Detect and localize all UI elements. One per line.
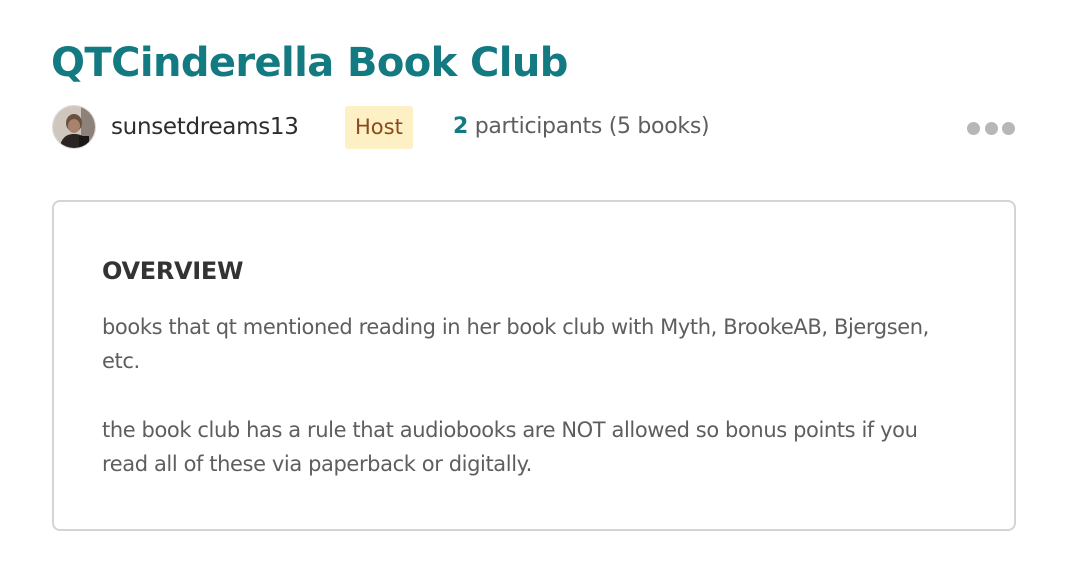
overview-card: OVERVIEW books that qt mentioned reading… bbox=[52, 200, 1016, 531]
more-horizontal-icon bbox=[984, 121, 998, 135]
participants-summary[interactable]: 2 participants (5 books) bbox=[453, 112, 710, 142]
host-avatar[interactable] bbox=[52, 105, 96, 149]
overview-paragraph: the book club has a rule that audiobooks… bbox=[102, 418, 918, 476]
overview-paragraph: books that qt mentioned reading in her b… bbox=[102, 315, 929, 373]
more-horizontal-icon bbox=[1002, 121, 1015, 135]
host-badge: Host bbox=[345, 106, 413, 149]
more-options-button[interactable] bbox=[964, 117, 1018, 139]
more-horizontal-icon bbox=[967, 121, 980, 135]
book-club-page: QTCinderella Book Club sunsetdreams13 Ho… bbox=[0, 0, 1075, 565]
host-username[interactable]: sunsetdreams13 bbox=[111, 112, 299, 142]
participants-label: participants (5 books) bbox=[468, 114, 710, 139]
user-avatar-photo-icon bbox=[53, 106, 95, 148]
page-title: QTCinderella Book Club bbox=[51, 40, 568, 86]
overview-heading: OVERVIEW bbox=[102, 257, 244, 285]
overview-description: books that qt mentioned reading in her b… bbox=[102, 310, 962, 516]
club-meta-row: sunsetdreams13 Host 2 participants (5 bo… bbox=[52, 104, 1018, 150]
participant-count: 2 bbox=[453, 114, 469, 139]
